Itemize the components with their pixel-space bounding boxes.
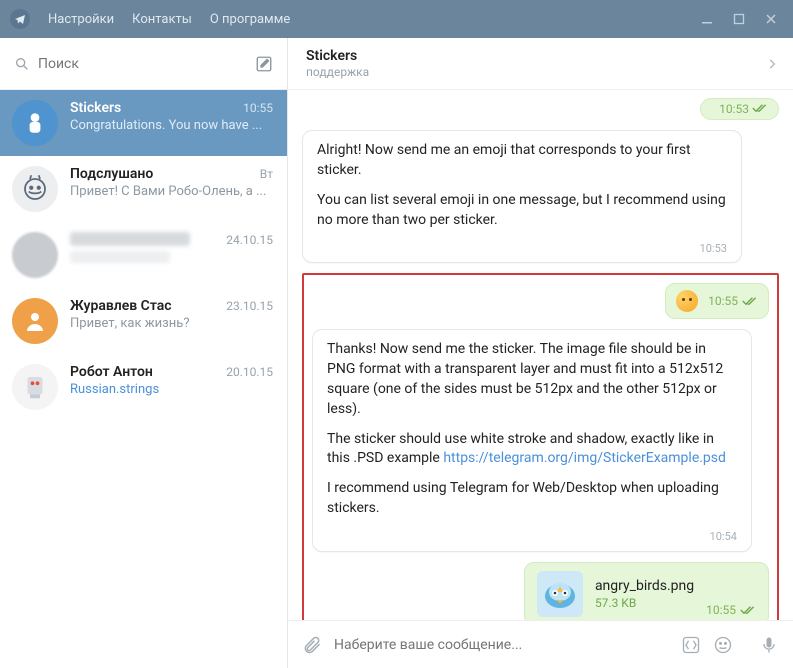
chat-preview: Привет! С Вами Робо-Олень, а ... bbox=[70, 184, 273, 199]
smile-emoji-icon bbox=[676, 290, 698, 312]
menu-contacts[interactable]: Контакты bbox=[132, 12, 192, 27]
checks-icon bbox=[740, 605, 756, 615]
avatar bbox=[12, 166, 58, 212]
message-time: 10:54 bbox=[327, 529, 737, 545]
chat-name-blurred: x bbox=[70, 232, 190, 246]
chevron-right-icon[interactable] bbox=[765, 57, 779, 71]
mic-icon[interactable] bbox=[759, 635, 779, 655]
message-input[interactable] bbox=[334, 637, 669, 653]
highlight-region: 10:55 Thanks! Now send me the sticker. T… bbox=[302, 273, 779, 620]
checks-icon bbox=[742, 296, 758, 306]
chat-list: Stickers 10:55 Congratulations. You now h… bbox=[0, 90, 287, 668]
chat-pane: Stickers поддержка 10:53 Alright! Now se… bbox=[288, 38, 793, 668]
chat-header: Stickers поддержка bbox=[288, 38, 793, 90]
file-size: 57.3 KB bbox=[595, 596, 694, 610]
app-window: Настройки Контакты О программе bbox=[0, 0, 793, 668]
chat-name: Робот Антон bbox=[70, 364, 153, 380]
chat-preview: Привет, как жизнь? bbox=[70, 316, 273, 331]
status-chip: 10:53 bbox=[700, 98, 779, 120]
minimize-button[interactable] bbox=[691, 5, 723, 33]
chat-name: Stickers bbox=[70, 100, 121, 116]
emoji-icon[interactable] bbox=[713, 635, 733, 655]
chat-preview-blurred: x bbox=[70, 251, 170, 263]
chat-preview: Russian.strings bbox=[70, 382, 273, 397]
search-row bbox=[0, 38, 287, 90]
menu-settings[interactable]: Настройки bbox=[48, 12, 114, 27]
attach-icon[interactable] bbox=[302, 635, 322, 655]
message-time: 10:55 bbox=[706, 603, 756, 617]
messages-area[interactable]: 10:53 Alright! Now send me an emoji that… bbox=[288, 90, 793, 620]
telegram-logo-icon bbox=[10, 9, 30, 29]
avatar bbox=[12, 100, 58, 146]
chat-title: Stickers bbox=[306, 48, 765, 64]
chat-name: Подслушано bbox=[70, 166, 153, 182]
message-text: You can list several emoji in one messag… bbox=[317, 191, 727, 231]
message-in: Thanks! Now send me the sticker. The ima… bbox=[312, 329, 752, 552]
menu-about[interactable]: О программе bbox=[210, 12, 290, 27]
avatar bbox=[12, 232, 58, 278]
message-text: I recommend using Telegram for Web/Deskt… bbox=[327, 479, 737, 519]
titlebar: Настройки Контакты О программе bbox=[0, 0, 793, 38]
chat-item-stickers[interactable]: Stickers 10:55 Congratulations. You now h… bbox=[0, 90, 287, 156]
message-input-bar bbox=[288, 620, 793, 668]
close-button[interactable] bbox=[755, 5, 787, 33]
message-time: 10:53 bbox=[317, 241, 727, 257]
chat-item[interactable]: Журавлев Стас 23.10.15 Привет, как жизнь? bbox=[0, 288, 287, 354]
message-time: 10:55 bbox=[708, 294, 758, 308]
chat-subtitle: поддержка bbox=[306, 65, 765, 79]
chat-item[interactable]: x 24.10.15 x bbox=[0, 222, 287, 288]
message-text: Alright! Now send me an emoji that corre… bbox=[317, 141, 727, 181]
chat-time: Вт bbox=[260, 167, 273, 181]
file-thumbnail bbox=[537, 571, 583, 617]
message-text: Thanks! Now send me the sticker. The ima… bbox=[327, 340, 737, 420]
avatar bbox=[12, 298, 58, 344]
message-out-file[interactable]: angry_birds.png 57.3 KB 10:55 bbox=[524, 562, 769, 620]
file-name: angry_birds.png bbox=[595, 578, 694, 594]
chat-item[interactable]: Подслушано Вт Привет! С Вами Робо-Олень, … bbox=[0, 156, 287, 222]
search-box[interactable] bbox=[14, 48, 245, 80]
chat-name: Журавлев Стас bbox=[70, 298, 172, 314]
avatar bbox=[12, 364, 58, 410]
search-icon bbox=[14, 56, 30, 72]
command-icon[interactable] bbox=[681, 635, 701, 655]
checks-icon bbox=[752, 103, 768, 113]
chat-time: 20.10.15 bbox=[226, 365, 273, 379]
message-text: The sticker should use white stroke and … bbox=[327, 430, 737, 470]
chat-time: 24.10.15 bbox=[226, 233, 273, 247]
message-in: Alright! Now send me an emoji that corre… bbox=[302, 130, 742, 263]
sidebar: Stickers 10:55 Congratulations. You now h… bbox=[0, 38, 288, 668]
chat-item[interactable]: Робот Антон 20.10.15 Russian.strings bbox=[0, 354, 287, 420]
compose-icon[interactable] bbox=[255, 55, 273, 73]
prev-msg-tail: 10:53 bbox=[302, 98, 779, 120]
chat-time: 23.10.15 bbox=[226, 299, 273, 313]
maximize-button[interactable] bbox=[723, 5, 755, 33]
psd-link[interactable]: https://telegram.org/img/StickerExample.… bbox=[443, 450, 726, 466]
chat-preview: Congratulations. You now have ... bbox=[70, 118, 273, 133]
message-out-emoji: 10:55 bbox=[665, 283, 769, 319]
search-input[interactable] bbox=[38, 56, 245, 72]
chat-time: 10:55 bbox=[243, 101, 273, 115]
